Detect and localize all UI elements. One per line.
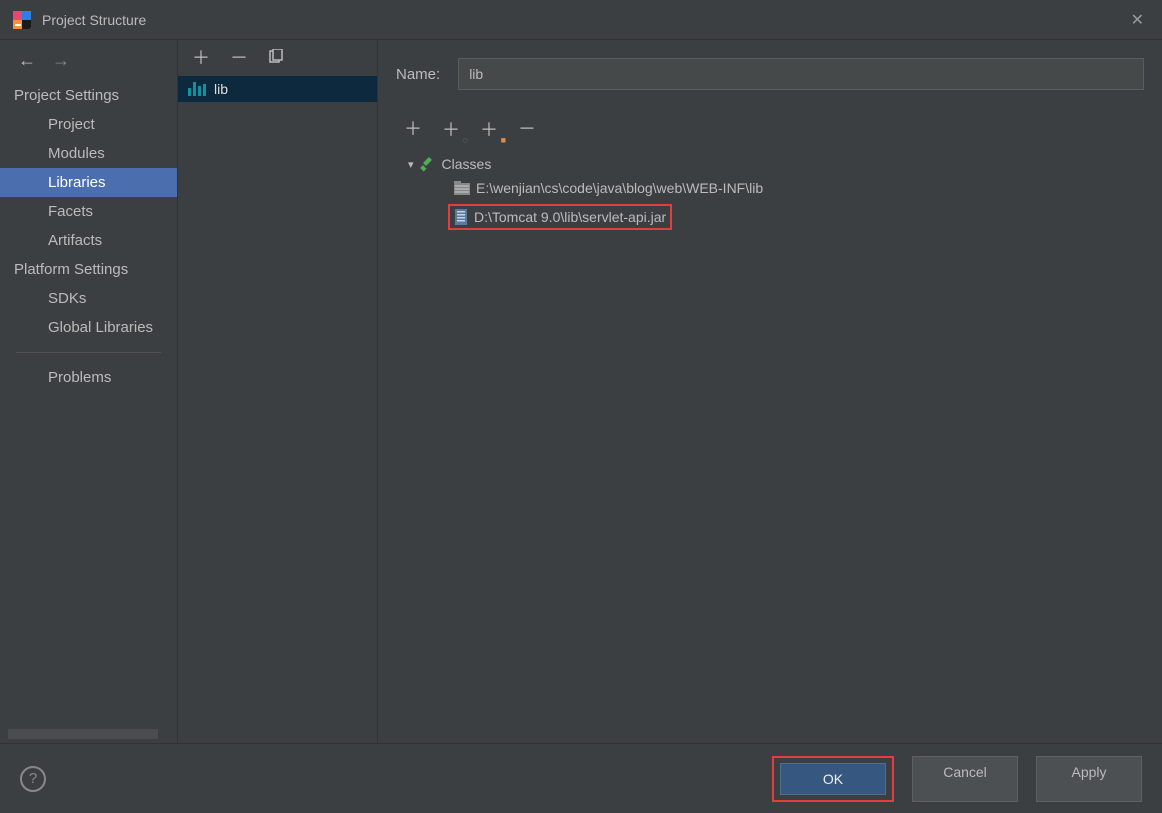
classes-tree: ▾ Classes E:\wenjian\cs\code\java\blog\w… — [396, 152, 1144, 234]
ok-button[interactable]: OK — [780, 763, 886, 795]
main-content: ← → Project Settings Project Modules Lib… — [0, 40, 1162, 743]
help-button[interactable]: ? — [20, 766, 46, 792]
tree-label-classes: Classes — [442, 156, 492, 172]
library-name-input[interactable] — [458, 58, 1144, 90]
jar-icon — [454, 209, 468, 225]
add-library-button[interactable]: ＋ — [192, 49, 210, 67]
apply-button[interactable]: Apply — [1036, 756, 1142, 802]
titlebar: Project Structure ✕ — [0, 0, 1162, 40]
spacer — [0, 392, 177, 729]
sidebar-header-project-settings: Project Settings — [0, 81, 177, 110]
copy-library-button[interactable] — [268, 49, 284, 68]
sidebar-item-global-libraries[interactable]: Global Libraries — [0, 313, 177, 342]
name-row: Name: — [396, 58, 1144, 90]
forward-button[interactable]: → — [52, 50, 70, 71]
footer-buttons: OK Cancel Apply — [772, 756, 1142, 802]
sidebar-item-facets[interactable]: Facets — [0, 197, 177, 226]
cancel-button[interactable]: Cancel — [912, 756, 1018, 802]
chevron-down-icon: ▾ — [408, 158, 414, 171]
tree-node-classes[interactable]: ▾ Classes — [402, 152, 1138, 176]
hammer-icon — [420, 156, 436, 172]
window-title: Project Structure — [42, 12, 146, 28]
sidebar: ← → Project Settings Project Modules Lib… — [0, 40, 178, 743]
tree-label-path2: D:\Tomcat 9.0\lib\servlet-api.jar — [474, 209, 666, 225]
ok-button-highlight: OK — [772, 756, 894, 802]
sidebar-item-project[interactable]: Project — [0, 110, 177, 139]
sidebar-item-sdks[interactable]: SDKs — [0, 284, 177, 313]
sidebar-item-libraries[interactable]: Libraries — [0, 168, 177, 197]
detail-toolbar: ＋ ＋◌ ＋■ － — [396, 112, 1144, 152]
remove-item-button[interactable]: － — [518, 120, 536, 138]
sidebar-item-problems[interactable]: Problems — [0, 363, 177, 392]
footer: ? OK Cancel Apply — [0, 743, 1162, 813]
tree-node-path2[interactable]: D:\Tomcat 9.0\lib\servlet-api.jar — [402, 200, 1138, 234]
back-button[interactable]: ← — [18, 50, 36, 71]
close-icon[interactable]: ✕ — [1125, 8, 1150, 32]
sidebar-item-artifacts[interactable]: Artifacts — [0, 226, 177, 255]
library-list-panel: ＋ － lib — [178, 40, 378, 743]
intellij-logo-icon — [12, 10, 32, 30]
library-item-label: lib — [214, 81, 228, 97]
sidebar-scrollbar[interactable] — [8, 729, 158, 739]
tree-node-path1[interactable]: E:\wenjian\cs\code\java\blog\web\WEB-INF… — [402, 176, 1138, 200]
sidebar-divider — [16, 352, 161, 353]
sidebar-header-platform-settings: Platform Settings — [0, 255, 177, 284]
add-from-folder-button[interactable]: ＋■ — [480, 116, 498, 142]
library-item-lib[interactable]: lib — [178, 76, 377, 102]
folder-icon — [454, 181, 470, 195]
remove-library-button[interactable]: － — [230, 49, 248, 67]
add-item-button[interactable]: ＋ — [404, 120, 422, 138]
detail-panel: Name: ＋ ＋◌ ＋■ － ▾ Classes — [378, 40, 1162, 743]
tree-label-path1: E:\wenjian\cs\code\java\blog\web\WEB-INF… — [476, 180, 763, 196]
highlighted-jar-entry: D:\Tomcat 9.0\lib\servlet-api.jar — [448, 204, 672, 230]
add-with-download-button[interactable]: ＋◌ — [442, 116, 460, 142]
library-icon — [188, 82, 206, 96]
library-list-toolbar: ＋ － — [178, 40, 377, 76]
sidebar-item-modules[interactable]: Modules — [0, 139, 177, 168]
sidebar-nav: ← → — [0, 40, 177, 81]
name-label: Name: — [396, 66, 440, 83]
